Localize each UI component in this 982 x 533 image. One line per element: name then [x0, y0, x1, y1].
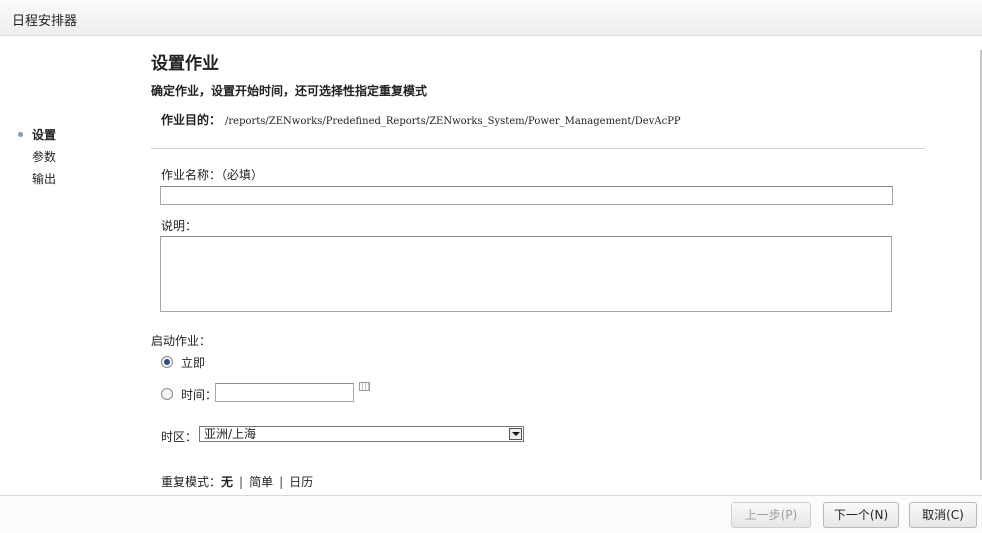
repeat-separator: | [279, 475, 284, 489]
start-now-label[interactable]: 立即 [181, 354, 205, 371]
timezone-select[interactable]: 亚洲/上海 [199, 426, 524, 442]
start-now-radio[interactable] [161, 356, 173, 368]
job-purpose: 作业目的：/reports/ZENworks/Predefined_Report… [161, 111, 681, 128]
section-divider [151, 148, 925, 149]
nav-item-parameters[interactable]: 参数 [18, 150, 56, 172]
window-title: 日程安排器 [12, 14, 78, 29]
repeat-option-simple[interactable]: 简单 [249, 475, 273, 489]
start-time-radio[interactable] [161, 388, 173, 400]
job-purpose-value: /reports/ZENworks/Predefined_Reports/ZEN… [225, 116, 681, 127]
description-label: 说明： [161, 219, 198, 233]
start-job-label: 启动作业： [151, 334, 212, 348]
prev-button[interactable]: 上一步(P) [731, 502, 811, 528]
repeat-option-none[interactable]: 无 [221, 475, 233, 489]
repeat-mode-label: 重复模式： [161, 475, 222, 489]
cancel-button[interactable]: 取消(C) [909, 502, 977, 528]
page-subtitle: 确定作业，设置开始时间，还可选择性指定重复模式 [151, 84, 428, 98]
calendar-icon[interactable] [359, 382, 370, 391]
nav-item-output[interactable]: 输出 [18, 172, 56, 194]
nav-item-settings[interactable]: 设置 [18, 128, 56, 150]
wizard-steps-nav: 设置 参数 输出 [18, 128, 56, 194]
start-time-label[interactable]: 时间： [181, 386, 217, 403]
description-textarea[interactable] [160, 236, 892, 312]
page-title: 设置作业 [151, 54, 219, 74]
job-purpose-label: 作业目的： [161, 113, 222, 127]
title-bar: 日程安排器 [0, 0, 982, 36]
job-name-input[interactable] [160, 186, 893, 205]
timezone-label: 时区： [161, 430, 198, 444]
job-name-label: 作业名称：（必填） [161, 168, 264, 182]
repeat-mode: 重复模式：无 | 简单 | 日历 [161, 473, 313, 490]
repeat-separator: | [239, 475, 244, 489]
repeat-option-calendar[interactable]: 日历 [289, 475, 313, 489]
start-time-input[interactable] [215, 383, 354, 402]
timezone-selected-value: 亚洲/上海 [204, 427, 257, 441]
next-button[interactable]: 下一个(N) [823, 502, 899, 528]
chevron-down-icon[interactable] [509, 428, 522, 440]
